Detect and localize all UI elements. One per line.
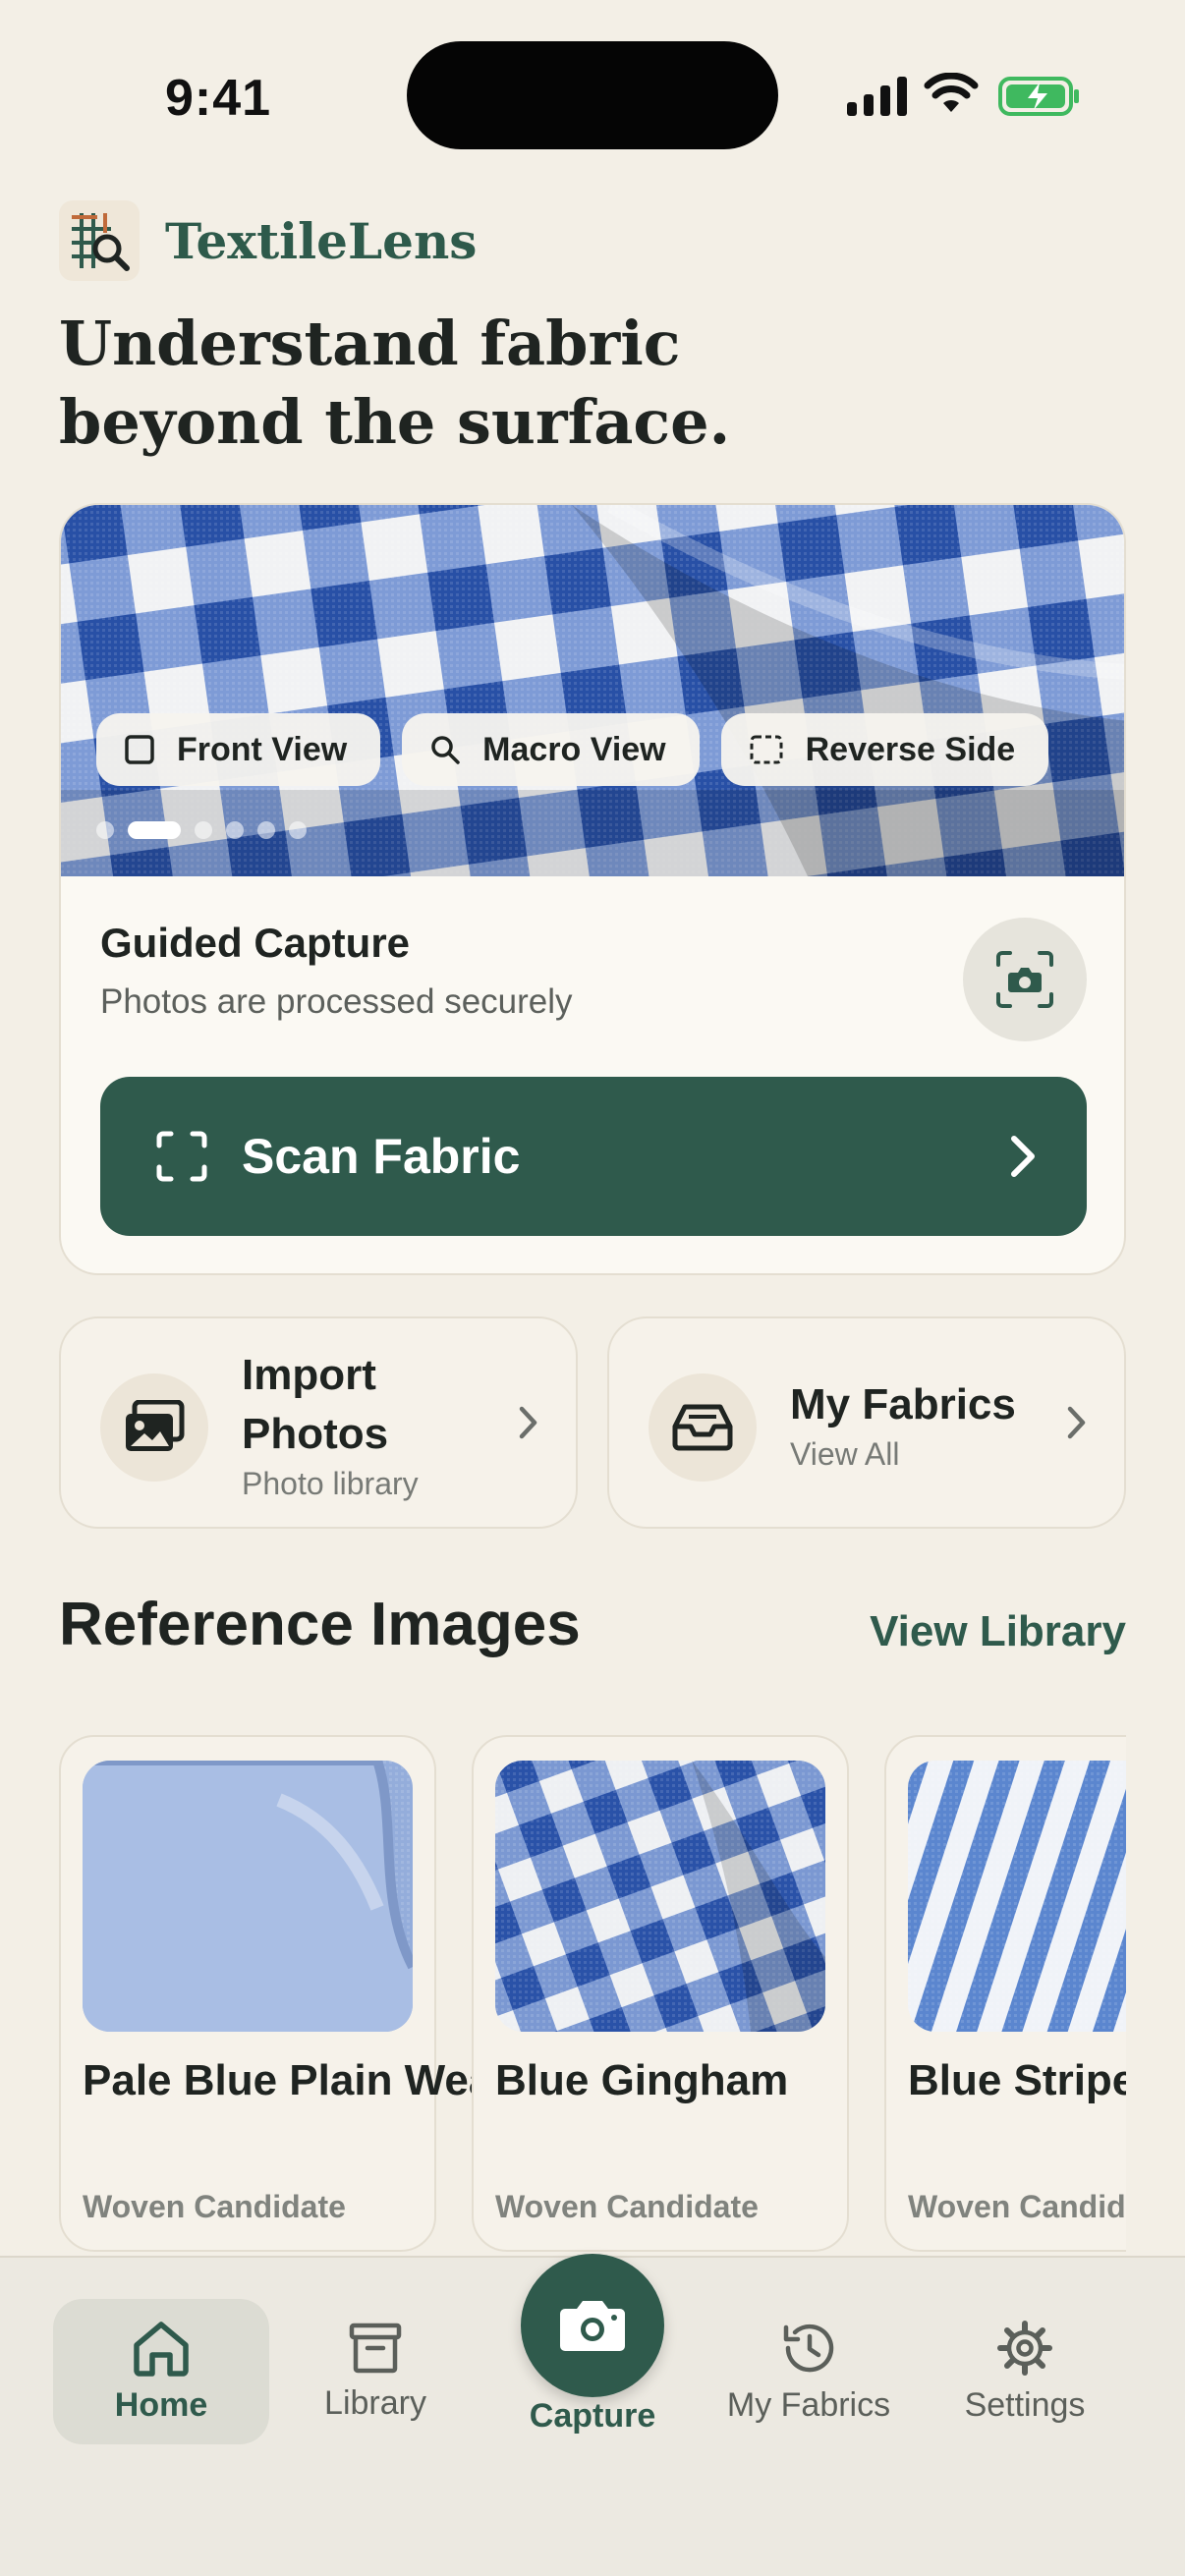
- fabric-thumbnail: [495, 1761, 825, 2032]
- view-chip-group: Front View Macro View Reverse Side: [96, 713, 1049, 786]
- import-photos-subtitle: Photo library: [242, 1466, 419, 1501]
- house-icon: [134, 2321, 189, 2377]
- my-fabrics-subtitle: View All: [790, 1436, 900, 1472]
- my-fabrics-card[interactable]: My Fabrics View All: [607, 1316, 1126, 1529]
- tab-label: My Fabrics: [726, 2385, 891, 2424]
- chip-label: Reverse Side: [805, 730, 1016, 768]
- carousel-dot[interactable]: [195, 821, 212, 839]
- scan-frame-icon: [156, 1131, 207, 1182]
- chevron-right-icon: [1067, 1406, 1086, 1439]
- guided-capture-title: Guided Capture: [100, 920, 411, 966]
- chip-macro-view[interactable]: Macro View: [402, 713, 700, 786]
- chip-reverse-side[interactable]: Reverse Side: [720, 713, 1049, 786]
- carousel-dot-active[interactable]: [128, 821, 181, 839]
- reference-name: Blue Stripe Plain Weave: [908, 2056, 1126, 2104]
- status-bar: 9:41: [0, 0, 1185, 187]
- tab-settings[interactable]: Settings: [943, 2299, 1106, 2444]
- my-fabrics-title: My Fabrics: [790, 1380, 1016, 1428]
- import-photos-card[interactable]: Import Photos Photo library: [59, 1316, 578, 1529]
- archive-icon: [349, 2323, 402, 2373]
- reference-name: Pale Blue Plain Weave: [83, 2056, 541, 2104]
- history-icon: [783, 2324, 834, 2372]
- tab-label: Settings: [964, 2385, 1086, 2424]
- scan-fabric-label: Scan Fabric: [242, 1129, 521, 1184]
- reference-card[interactable]: Blue Gingham Woven Candidate: [472, 1735, 849, 2252]
- tab-library[interactable]: Library: [297, 2299, 454, 2444]
- carousel-dot[interactable]: [289, 821, 307, 839]
- reference-card[interactable]: Blue Stripe Plain Weave Woven Candidate: [884, 1735, 1126, 2252]
- reference-name: Blue Gingham: [495, 2056, 789, 2104]
- guided-capture-card: Front View Macro View Reverse Side Guide…: [59, 503, 1126, 1275]
- view-library-link[interactable]: View Library: [870, 1607, 1126, 1656]
- carousel-dot[interactable]: [257, 821, 275, 839]
- camera-scan-button[interactable]: [963, 918, 1087, 1041]
- carousel-dot[interactable]: [226, 821, 244, 839]
- tab-capture-button[interactable]: [521, 2254, 664, 2397]
- reference-images-carousel[interactable]: Pale Blue Plain Weave Woven Candidate Bl…: [59, 1735, 1126, 2256]
- search-icon: [431, 736, 460, 764]
- tab-home[interactable]: Home: [53, 2299, 269, 2444]
- gear-icon: [997, 2320, 1052, 2376]
- reference-card[interactable]: Pale Blue Plain Weave Woven Candidate: [59, 1735, 541, 2252]
- fabric-thumbnail: [83, 1761, 413, 2032]
- tab-my-fabrics[interactable]: My Fabrics: [707, 2299, 910, 2444]
- app-brand: TextileLens: [59, 200, 477, 281]
- cellular-signal-icon: [847, 77, 907, 116]
- dynamic-island: [407, 41, 778, 149]
- fabric-hero-image: Front View Macro View Reverse Side: [61, 505, 1124, 876]
- camera-icon: [560, 2301, 625, 2351]
- camera-scan-icon: [996, 951, 1053, 1008]
- import-photos-title: Import Photos: [242, 1351, 389, 1458]
- tab-capture-label[interactable]: Capture: [494, 2397, 691, 2436]
- inbox-icon: [649, 1373, 757, 1482]
- reference-kind: Woven Candidate: [83, 2189, 346, 2224]
- reference-kind: Woven Candidate: [908, 2189, 1126, 2224]
- reference-kind: Woven Candidate: [495, 2189, 759, 2224]
- chip-label: Front View: [177, 730, 348, 768]
- carousel-dot[interactable]: [96, 821, 114, 839]
- chevron-right-icon: [1011, 1136, 1035, 1177]
- guided-capture-subtitle: Photos are processed securely: [100, 982, 573, 1021]
- dashed-square-icon: [750, 735, 783, 764]
- clock: 9:41: [165, 70, 272, 127]
- chip-label: Macro View: [482, 730, 666, 768]
- fabric-thumbnail: [908, 1761, 1126, 2032]
- chip-front-view[interactable]: Front View: [96, 713, 381, 786]
- scan-fabric-button[interactable]: Scan Fabric: [100, 1077, 1087, 1236]
- square-icon: [125, 735, 154, 764]
- tab-label: Home: [114, 2385, 208, 2424]
- textilelens-logo-icon: [59, 200, 140, 281]
- reference-images-heading: Reference Images: [59, 1591, 581, 1658]
- app-name: TextileLens: [165, 211, 478, 270]
- photos-icon: [100, 1373, 208, 1482]
- battery-charging-icon: [998, 77, 1079, 116]
- chevron-right-icon: [519, 1406, 537, 1439]
- page-headline: Understand fabric beyond the surface.: [59, 308, 731, 458]
- carousel-indicator[interactable]: [96, 821, 307, 839]
- wifi-icon: [924, 73, 979, 112]
- tab-label: Library: [324, 2383, 426, 2422]
